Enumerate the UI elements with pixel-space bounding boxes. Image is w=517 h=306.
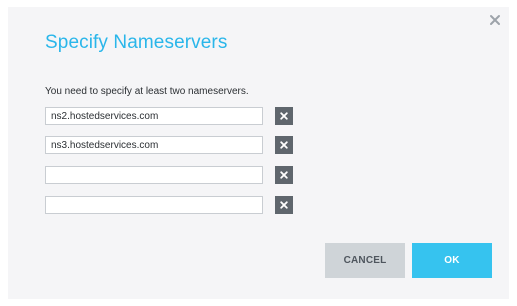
remove-icon[interactable] bbox=[275, 136, 293, 154]
nameserver-input-1[interactable] bbox=[45, 107, 263, 125]
ok-button[interactable]: OK bbox=[412, 243, 492, 278]
nameserver-row-4 bbox=[45, 196, 309, 216]
nameserver-row-3 bbox=[45, 166, 309, 186]
nameserver-row-1 bbox=[45, 107, 309, 127]
dialog-title: Specify Nameservers bbox=[45, 32, 228, 53]
nameserver-input-2[interactable] bbox=[45, 136, 263, 154]
nameserver-row-2 bbox=[45, 136, 309, 156]
remove-icon[interactable] bbox=[275, 166, 293, 184]
close-icon[interactable] bbox=[487, 14, 503, 30]
dialog-message: You need to specify at least two nameser… bbox=[45, 86, 249, 97]
remove-icon[interactable] bbox=[275, 107, 293, 125]
nameserver-input-3[interactable] bbox=[45, 166, 263, 184]
cancel-button[interactable]: CANCEL bbox=[325, 243, 405, 278]
remove-icon[interactable] bbox=[275, 196, 293, 214]
nameserver-input-4[interactable] bbox=[45, 196, 263, 214]
nameserver-dialog: Specify Nameservers You need to specify … bbox=[8, 7, 509, 299]
